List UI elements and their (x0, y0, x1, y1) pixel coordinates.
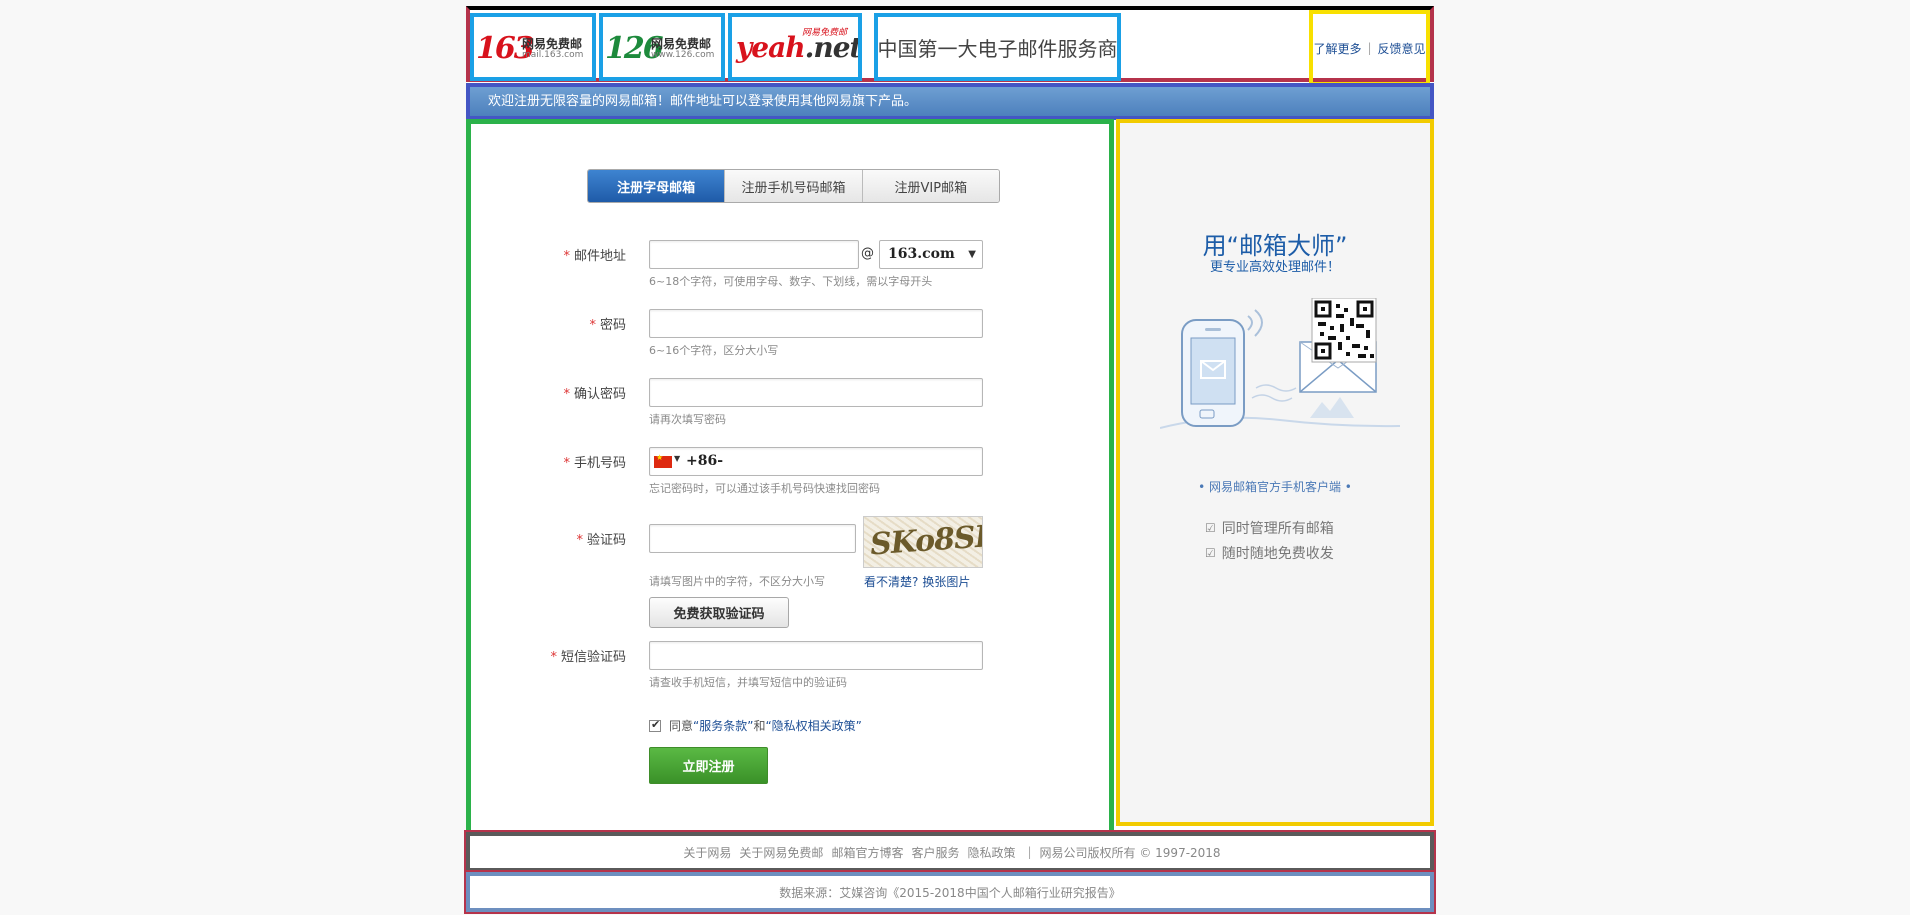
footer-separator: | (1027, 845, 1032, 859)
phone-label: * 手机号码 (471, 452, 626, 471)
header: 163 网易免费邮 mail.163.com 126 网易免费邮 www.126… (466, 6, 1434, 86)
captcha-refresh-link[interactable]: 看不清楚? 换张图片 (864, 573, 970, 590)
chevron-down-icon[interactable]: ▼ (674, 454, 680, 463)
promo-subtitle: 更专业高效处理邮件！ (1209, 260, 1340, 275)
mail-master-promo: 用“邮箱大师” 更专业高效处理邮件！ • 网易邮箱官方手机客户端 • ☑ 同时管… (1116, 119, 1434, 826)
logo-yeah-dotnet: .net (804, 31, 862, 64)
required-mark: * (563, 387, 570, 402)
at-symbol: @ (861, 246, 874, 261)
signal-icon (1247, 309, 1263, 337)
confirm-password-field[interactable] (649, 378, 983, 407)
agree-prefix: 同意 (669, 719, 694, 733)
slogan-box: 中国第一大电子邮件服务商 (874, 13, 1121, 81)
phone-field[interactable]: ▼ +86- (649, 447, 983, 476)
logo-126-url: www.126.com (651, 50, 715, 60)
confirm-password-label-text: 确认密码 (573, 387, 626, 402)
captcha-change-text: 换张图片 (922, 575, 971, 589)
phone-country-code: +86- (686, 453, 724, 469)
phone-icon (1181, 319, 1245, 427)
promo-client-label[interactable]: • 网易邮箱官方手机客户端 • (1120, 478, 1430, 495)
notice-bar: 欢迎注册无限容量的网易邮箱！邮件地址可以登录使用其他网易旗下产品。 (466, 83, 1434, 120)
china-flag-icon[interactable] (654, 453, 672, 468)
logo-163-url: mail.163.com (522, 50, 584, 60)
learn-more-link[interactable]: 了解更多 (1313, 40, 1361, 57)
required-mark: * (576, 533, 583, 548)
password-hint: 6~16个字符，区分大小写 (649, 344, 779, 357)
domain-select[interactable]: 163.com ▼ (879, 240, 983, 269)
captcha-image-text: SKo8SK (868, 518, 983, 563)
wave-decoration (1251, 394, 1293, 402)
captcha-unclear-text: 看不清楚? (864, 575, 919, 589)
sms-code-label-text: 短信验证码 (560, 650, 626, 665)
promo-feature: ☑ 随时随地免费收发 (1205, 543, 1334, 563)
checkbox-icon: ☑ (1205, 521, 1216, 535)
registration-form: 注册字母邮箱 注册手机号码邮箱 注册VIP邮箱 * 邮件地址 @ 163.com ▼… (466, 119, 1114, 836)
qrcode-icon (1311, 298, 1377, 363)
mountain-shape (1310, 397, 1354, 418)
tab-phone-mail[interactable]: 注册手机号码邮箱 (725, 170, 863, 202)
captcha-label: * 验证码 (471, 529, 626, 548)
checkbox-icon: ☑ (1205, 546, 1216, 560)
footer-link-customer-service[interactable]: 客户服务 (911, 844, 959, 861)
email-field[interactable] (649, 240, 859, 269)
promo-feature-text: 随时随地免费收发 (1221, 546, 1334, 562)
footer-link-about-netease[interactable]: 关于网易 (683, 844, 731, 861)
email-label: * 邮件地址 (471, 245, 626, 264)
required-mark: * (563, 249, 570, 264)
register-tabs: 注册字母邮箱 注册手机号码邮箱 注册VIP邮箱 (587, 169, 1000, 203)
password-label: * 密码 (471, 314, 626, 333)
agree-and: 和 (753, 719, 766, 733)
footer-copyright: 网易公司版权所有 © 1997-2018 (1039, 845, 1221, 860)
tab-letter-mail[interactable]: 注册字母邮箱 (588, 170, 726, 202)
header-link-separator: | (1367, 41, 1372, 55)
required-mark: * (563, 456, 570, 471)
header-links: 了解更多 | 反馈意见 (1309, 10, 1430, 86)
domain-value: 163.com (888, 246, 955, 262)
password-label-text: 密码 (599, 318, 626, 333)
get-sms-code-button[interactable]: 免费获取验证码 (649, 597, 789, 628)
captcha-label-text: 验证码 (586, 533, 626, 548)
required-mark: * (550, 650, 557, 665)
wave-decoration (1255, 384, 1297, 392)
register-button[interactable]: 立即注册 (649, 747, 768, 784)
privacy-link[interactable]: “隐私权相关政策” (765, 717, 861, 734)
logo-126[interactable]: 126 网易免费邮 www.126.com (599, 13, 725, 81)
confirm-password-label: * 确认密码 (471, 383, 626, 402)
phone-qrcode-illustration (1160, 298, 1400, 429)
chevron-down-icon: ▼ (968, 249, 976, 260)
logo-yeah-yeah: yeah (736, 31, 806, 64)
sms-code-label: * 短信验证码 (471, 646, 626, 665)
captcha-field[interactable] (649, 524, 856, 553)
feedback-link[interactable]: 反馈意见 (1378, 40, 1426, 57)
logo-yeah[interactable]: 网易免费邮 yeah.net (728, 13, 862, 81)
promo-feature-text: 同时管理所有邮箱 (1221, 521, 1334, 537)
footer-link-about-mail[interactable]: 关于网易免费邮 (739, 844, 823, 861)
tab-vip-mail[interactable]: 注册VIP邮箱 (862, 170, 999, 202)
phone-label-text: 手机号码 (573, 456, 626, 471)
footer-link-privacy[interactable]: 隐私政策 (967, 844, 1015, 861)
terms-link[interactable]: “服务条款” (693, 717, 753, 734)
captcha-hint: 请填写图片中的字符，不区分大小写 (649, 575, 825, 588)
sms-code-hint: 请查收手机短信，并填写短信中的验证码 (649, 676, 847, 689)
required-mark: * (589, 318, 596, 333)
phone-hint: 忘记密码时，可以通过该手机号码快速找回密码 (649, 482, 880, 495)
footer-links: 关于网易 关于网易免费邮 邮箱官方博客 客户服务 隐私政策 | 网易公司版权所有… (464, 830, 1436, 874)
email-label-text: 邮件地址 (573, 249, 626, 264)
agree-checkbox[interactable] (649, 718, 661, 732)
password-field[interactable] (649, 309, 983, 338)
sms-code-field[interactable] (649, 641, 983, 670)
email-hint: 6~18个字符，可使用字母、数字、下划线，需以字母开头 (649, 275, 933, 288)
logo-163[interactable]: 163 网易免费邮 mail.163.com (470, 13, 596, 81)
slogan: 中国第一大电子邮件服务商 (877, 36, 1118, 61)
captcha-image[interactable]: SKo8SK (863, 516, 983, 568)
promo-feature: ☑ 同时管理所有邮箱 (1205, 518, 1334, 538)
page: 163 网易免费邮 mail.163.com 126 网易免费邮 www.126… (464, 6, 1436, 914)
logo-yeah-word: yeah.net (736, 31, 862, 64)
agree-terms: 同意 “服务条款” 和 “隐私权相关政策” (649, 717, 862, 734)
footer-link-blog[interactable]: 邮箱官方博客 (831, 844, 903, 861)
confirm-password-hint: 请再次填写密码 (649, 413, 726, 426)
footer-source: 数据来源：艾媒咨询《2015-2018中国个人邮箱行业研究报告》 (464, 870, 1436, 914)
